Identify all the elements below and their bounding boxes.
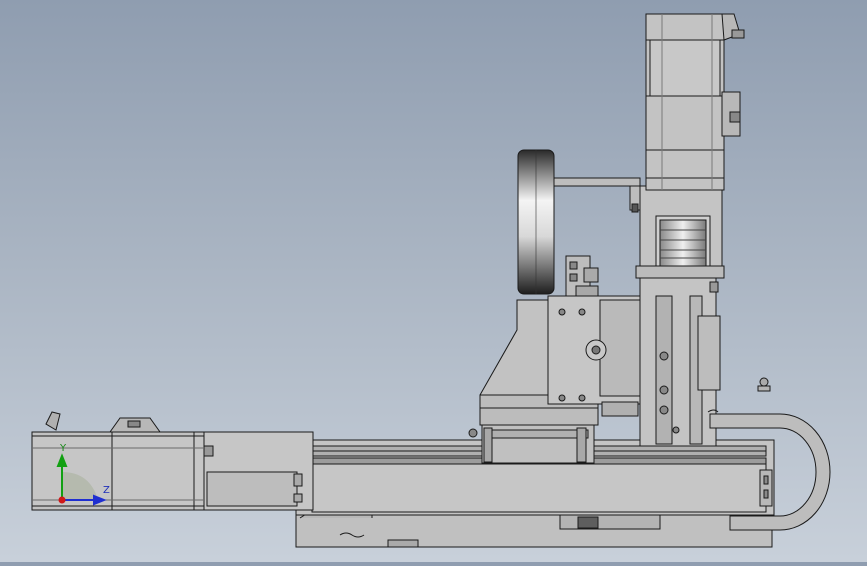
vertical-column	[635, 185, 725, 447]
vertical-motor	[645, 13, 745, 191]
cad-viewport[interactable]: Y Z	[0, 0, 867, 562]
sensor-mount	[565, 255, 599, 297]
gear-box	[547, 295, 641, 417]
assembly-drawing	[31, 13, 831, 548]
triad-y-label: Y	[60, 443, 67, 454]
triad-z-label: Z	[103, 485, 110, 496]
axis-carriage	[468, 424, 595, 464]
